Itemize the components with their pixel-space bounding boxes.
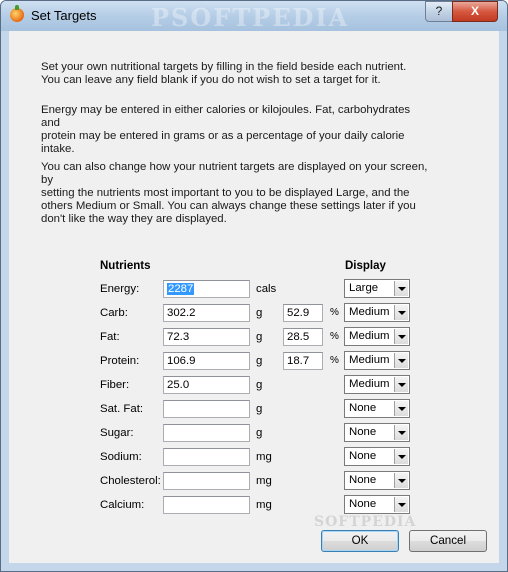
unit-label: cals: [256, 283, 277, 295]
display-size-value: Medium: [349, 330, 390, 342]
percent-value-text: 18.7: [287, 355, 310, 367]
nutrient-label: Energy:: [100, 283, 140, 295]
nutrient-value-input[interactable]: [163, 472, 250, 490]
window-title: Set Targets: [31, 8, 97, 23]
nutrient-value-text: 106.9: [167, 355, 196, 367]
percent-input[interactable]: 18.7: [283, 352, 323, 370]
display-size-value: Medium: [349, 354, 390, 366]
unit-label: mg: [256, 451, 272, 463]
unit-label: g: [256, 355, 263, 367]
display-size-value: None: [349, 498, 377, 510]
unit-label: g: [256, 379, 263, 391]
nutrient-label: Fiber:: [100, 379, 130, 391]
watermark-text: PSOFTPEDIA: [151, 3, 350, 32]
display-header: Display: [345, 260, 386, 272]
display-size-dropdown[interactable]: None: [344, 471, 410, 490]
nutrient-label: Cholesterol:: [100, 475, 161, 487]
dialog-body: Set your own nutritional targets by fill…: [9, 31, 499, 563]
display-size-value: None: [349, 402, 377, 414]
percent-symbol: %: [330, 331, 339, 342]
title-bar[interactable]: Set Targets PSOFTPEDIA ? X: [1, 1, 507, 32]
set-targets-window: Set Targets PSOFTPEDIA ? X Set your own …: [0, 0, 508, 572]
chevron-down-icon[interactable]: [394, 497, 408, 512]
unit-label: mg: [256, 475, 272, 487]
nutrient-label: Calcium:: [100, 499, 145, 511]
nutrient-label: Sugar:: [100, 427, 134, 439]
percent-input[interactable]: 28.5: [283, 328, 323, 346]
nutrient-value-input[interactable]: 25.0: [163, 376, 250, 394]
close-button[interactable]: X: [452, 1, 498, 22]
chevron-down-icon[interactable]: [394, 449, 408, 464]
watermark-bottom: SOFTPEDIA: [314, 514, 417, 530]
display-size-dropdown[interactable]: Medium: [344, 327, 410, 346]
app-orange-icon: [10, 5, 24, 22]
chevron-down-icon[interactable]: [394, 473, 408, 488]
nutrient-value-input[interactable]: [163, 400, 250, 418]
display-size-dropdown[interactable]: Medium: [344, 375, 410, 394]
intro-paragraph-3: You can also change how your nutrient ta…: [41, 161, 428, 225]
nutrient-label: Fat:: [100, 331, 120, 343]
unit-label: g: [256, 427, 263, 439]
unit-label: g: [256, 331, 263, 343]
nutrient-value-text: 302.2: [167, 307, 196, 319]
nutrient-value-input[interactable]: 72.3: [163, 328, 250, 346]
nutrient-value-input[interactable]: [163, 448, 250, 466]
display-size-value: Medium: [349, 306, 390, 318]
unit-label: mg: [256, 499, 272, 511]
nutrient-value-input[interactable]: 302.2: [163, 304, 250, 322]
nutrient-value-text: 72.3: [167, 331, 190, 343]
unit-label: g: [256, 403, 263, 415]
display-size-dropdown[interactable]: Medium: [344, 351, 410, 370]
nutrients-header: Nutrients: [100, 260, 151, 272]
display-size-value: Large: [349, 282, 379, 294]
nutrient-label: Carb:: [100, 307, 128, 319]
display-size-dropdown[interactable]: None: [344, 423, 410, 442]
percent-value-text: 52.9: [287, 307, 310, 319]
nutrient-label: Protein:: [100, 355, 140, 367]
percent-symbol: %: [330, 355, 339, 366]
percent-value-text: 28.5: [287, 331, 310, 343]
nutrient-value-input[interactable]: [163, 424, 250, 442]
help-button[interactable]: ?: [425, 1, 453, 22]
display-size-value: Medium: [349, 378, 390, 390]
display-size-dropdown[interactable]: None: [344, 399, 410, 418]
intro-paragraph-2: Energy may be entered in either calories…: [41, 104, 411, 155]
nutrient-value-input[interactable]: [163, 496, 250, 514]
chevron-down-icon[interactable]: [394, 305, 408, 320]
unit-label: g: [256, 307, 263, 319]
display-size-value: None: [349, 426, 377, 438]
nutrient-value-input[interactable]: 2287: [163, 280, 250, 298]
cancel-button[interactable]: Cancel: [409, 530, 487, 552]
chevron-down-icon[interactable]: [394, 329, 408, 344]
ok-button[interactable]: OK: [321, 530, 399, 552]
percent-symbol: %: [330, 307, 339, 318]
display-size-value: None: [349, 450, 377, 462]
display-size-dropdown[interactable]: Large: [344, 279, 410, 298]
display-size-dropdown[interactable]: None: [344, 495, 410, 514]
nutrient-value-text: 2287: [167, 283, 195, 295]
chevron-down-icon[interactable]: [394, 377, 408, 392]
nutrient-value-input[interactable]: 106.9: [163, 352, 250, 370]
display-size-dropdown[interactable]: None: [344, 447, 410, 466]
percent-input[interactable]: 52.9: [283, 304, 323, 322]
nutrient-value-text: 25.0: [167, 379, 190, 391]
nutrient-label: Sodium:: [100, 451, 142, 463]
intro-paragraph-1: Set your own nutritional targets by fill…: [41, 61, 407, 86]
chevron-down-icon[interactable]: [394, 353, 408, 368]
chevron-down-icon[interactable]: [394, 281, 408, 296]
display-size-value: None: [349, 474, 377, 486]
display-size-dropdown[interactable]: Medium: [344, 303, 410, 322]
nutrient-label: Sat. Fat:: [100, 403, 144, 415]
chevron-down-icon[interactable]: [394, 425, 408, 440]
chevron-down-icon[interactable]: [394, 401, 408, 416]
